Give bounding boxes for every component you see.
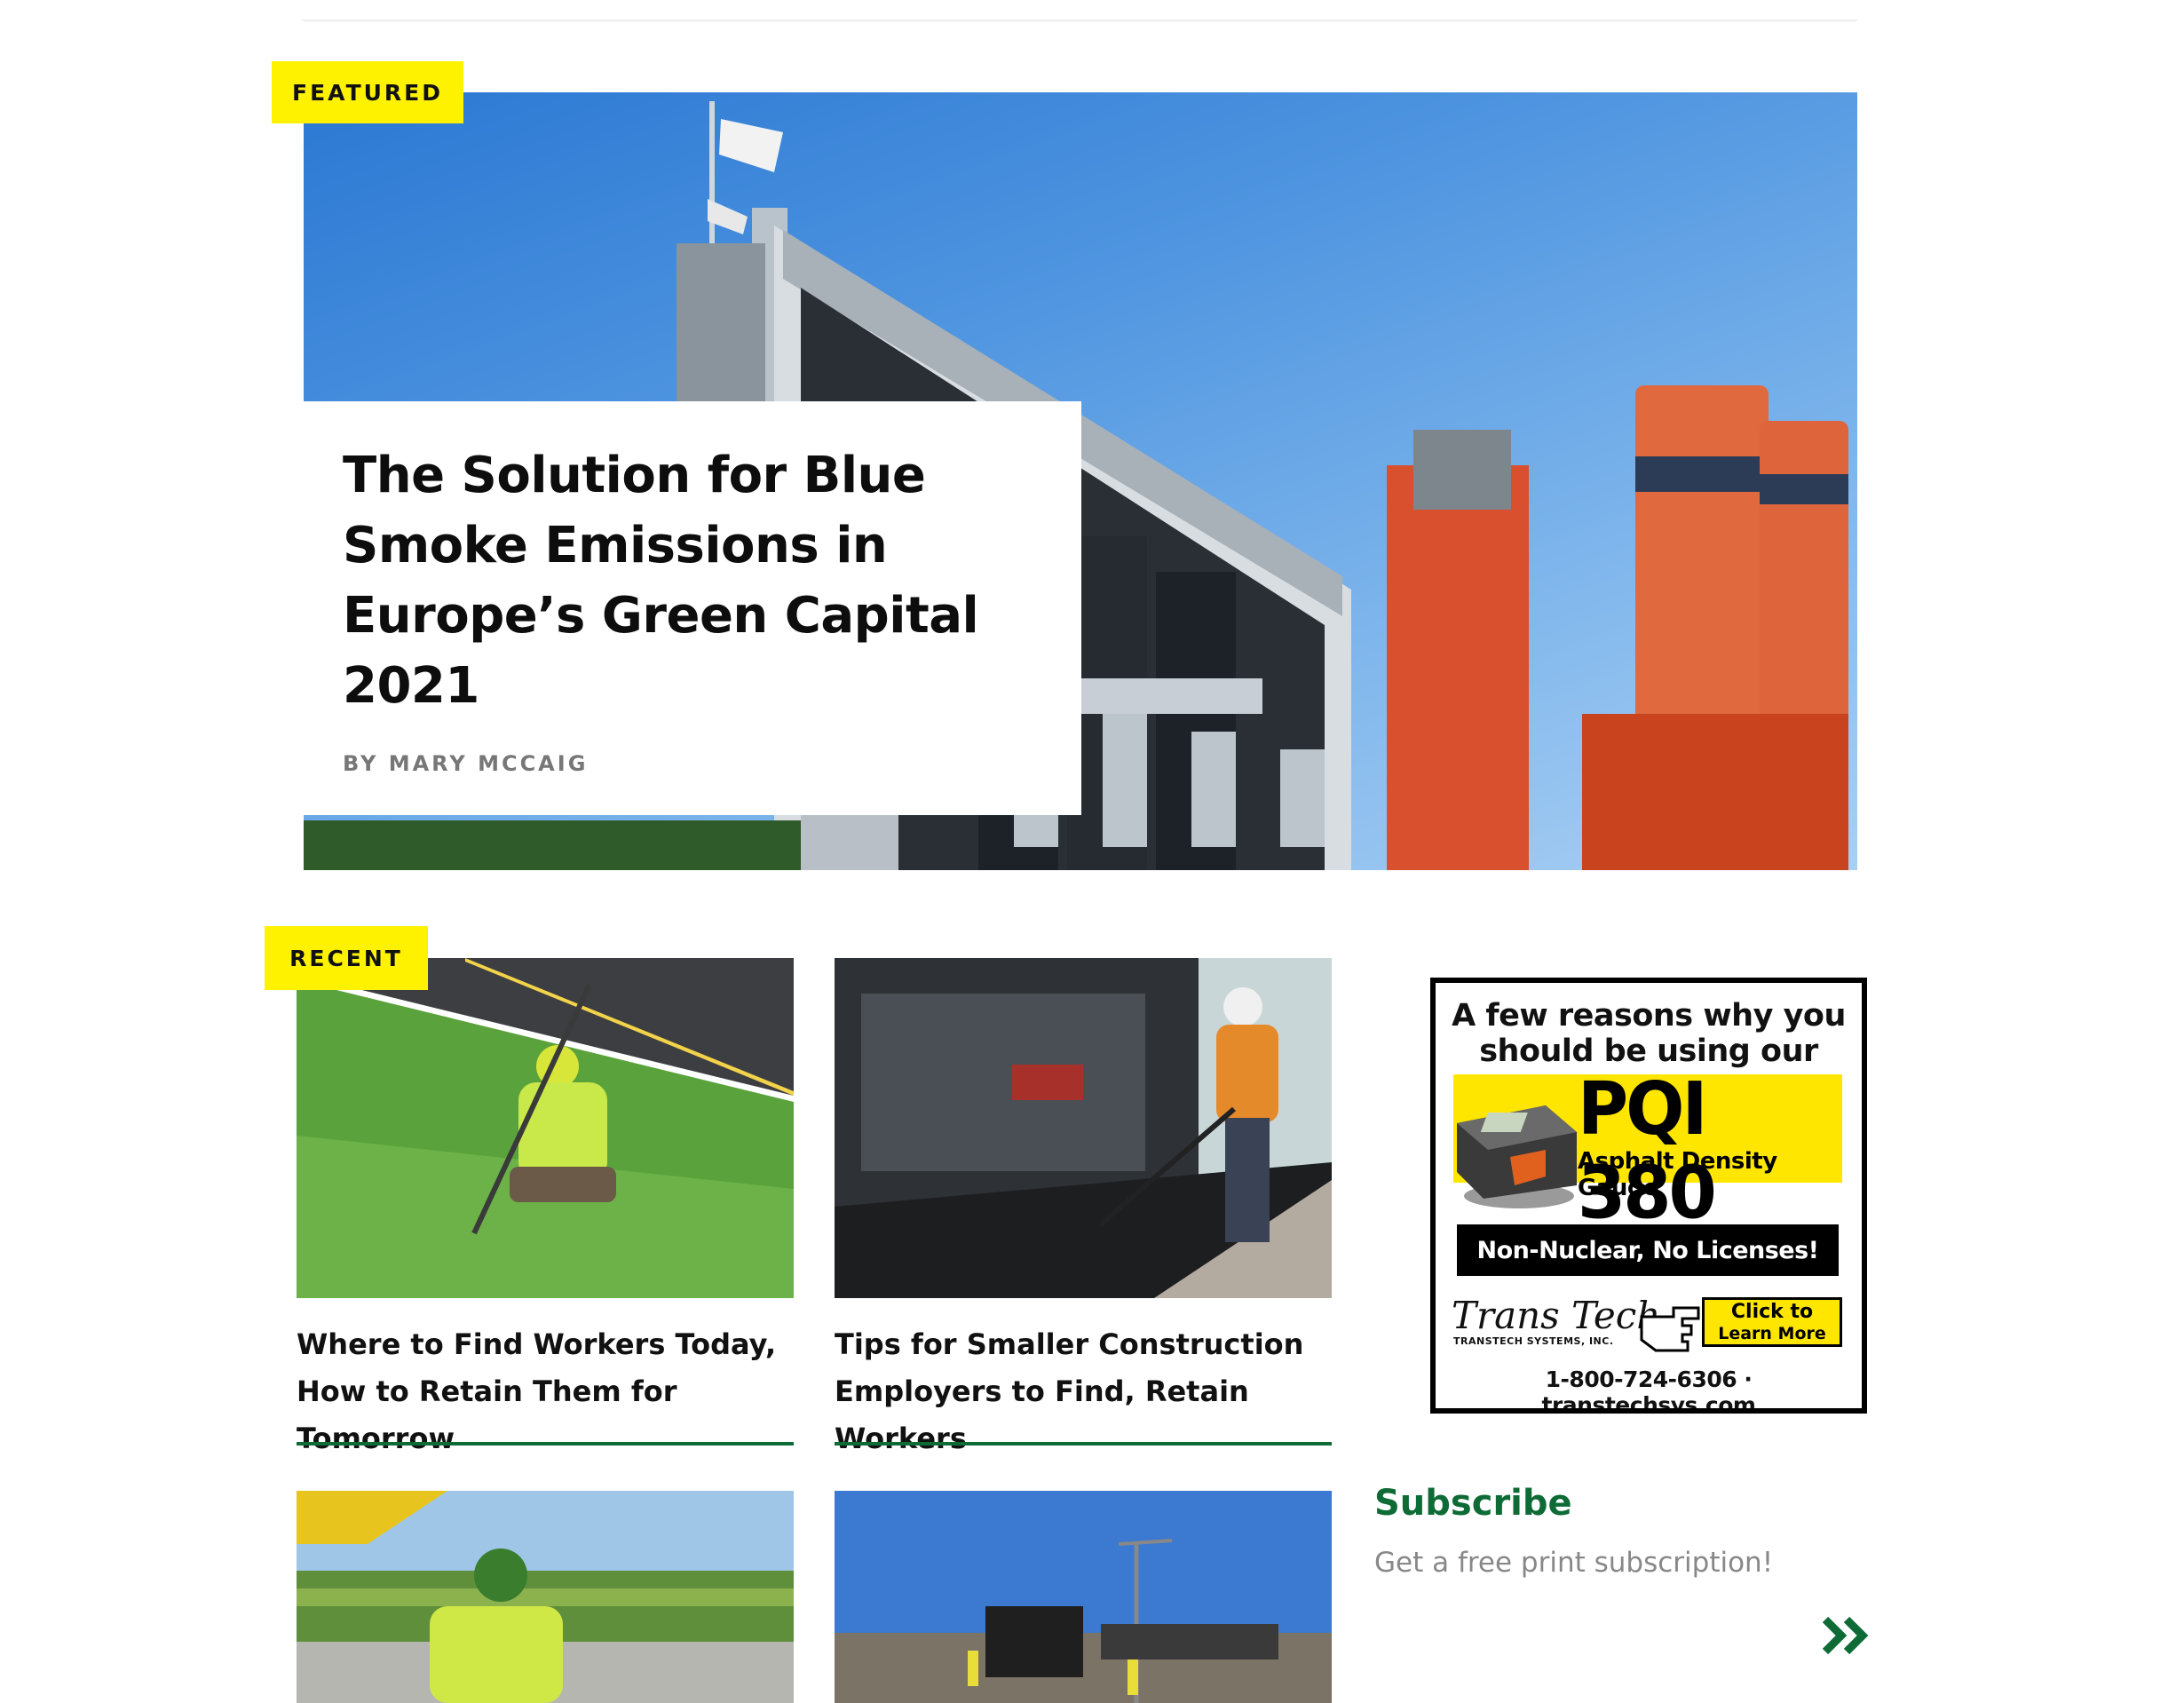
ad-click-button[interactable]: Click to Learn More: [1702, 1297, 1842, 1347]
ad-product-sub: Asphalt Density Gauge: [1578, 1148, 1777, 1201]
ad-content: A few reasons why you should be using ou…: [1436, 983, 1862, 1408]
featured-tag: FEATURED: [272, 61, 463, 123]
ad-cta-line1: Click to: [1730, 1301, 1814, 1323]
card-divider: [835, 1442, 1332, 1446]
recent-tag: RECENT: [265, 926, 428, 990]
featured-byline: BY MARY MCCAIG: [343, 751, 589, 776]
card-divider: [297, 1442, 794, 1446]
pointing-hand-icon: [1640, 1306, 1700, 1352]
double-chevron-right-icon[interactable]: [1822, 1616, 1871, 1655]
ad-cta-line2: Learn More: [1718, 1324, 1826, 1343]
gauge-device-icon: [1457, 1105, 1577, 1208]
top-divider: [302, 20, 1857, 21]
ad-headline-line2: should be using our: [1479, 1034, 1818, 1069]
article-image-workers-grass[interactable]: [297, 958, 794, 1298]
subscribe-title: Subscribe: [1374, 1483, 1572, 1524]
article-image-road-crew[interactable]: [835, 1491, 1332, 1703]
subscribe-text: Get a free print subscription!: [1374, 1547, 1774, 1579]
article-image-paver-worker[interactable]: [835, 958, 1332, 1298]
featured-card[interactable]: The Solution for Blue Smoke Emissions in…: [304, 401, 1081, 815]
transtech-ad[interactable]: A few reasons why you should be using ou…: [1430, 978, 1867, 1414]
featured-title[interactable]: The Solution for Blue Smoke Emissions in…: [343, 440, 1042, 721]
ad-headline-line1: A few reasons why you: [1452, 998, 1846, 1034]
ad-banner: Non-Nuclear, No Licenses!: [1457, 1224, 1839, 1276]
article-image-worker-hardhat[interactable]: [297, 1491, 794, 1703]
ad-brand-sub: TRANSTECH SYSTEMS, INC.: [1453, 1335, 1614, 1347]
ad-brand-logo: Trans Tech: [1452, 1294, 1661, 1337]
ad-contact: 1-800-724-6306 · transtechsys.com: [1541, 1366, 1756, 1408]
